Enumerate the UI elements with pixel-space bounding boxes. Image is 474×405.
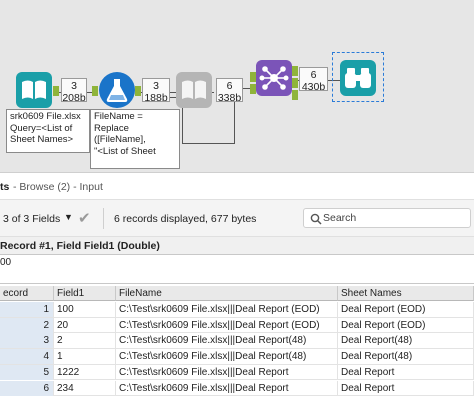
panel-title: ts: [0, 181, 10, 193]
sheet-names-cell[interactable]: Deal Report: [338, 364, 474, 380]
field1-cell[interactable]: 234: [54, 380, 116, 396]
row-number[interactable]: 6: [0, 380, 54, 396]
table-row[interactable]: 4 1 C:\Test\srk0609 File.xlsx|||Deal Repor…: [0, 349, 474, 365]
filename-cell[interactable]: C:\Test\srk0609 File.xlsx|||Deal Report …: [116, 317, 338, 333]
record-value: 00: [0, 257, 12, 268]
sheet-names-cell[interactable]: Deal Report(48): [338, 349, 474, 365]
join-tool[interactable]: [256, 60, 292, 96]
table-row[interactable]: 5 1222 C:\Test\srk0609 File.xlsx|||Deal Re…: [0, 364, 474, 381]
workflow-canvas[interactable]: 3 208b 3 188b 6 338b 6 430b srk0609 File…: [0, 0, 474, 172]
binoculars-icon: [345, 68, 371, 88]
filename-cell[interactable]: C:\Test\srk0609 File.xlsx|||Deal Report(…: [116, 349, 338, 365]
sheet-names-cell[interactable]: Deal Report (EOD): [338, 302, 474, 317]
connection-wire: [182, 143, 234, 144]
network-icon: [259, 66, 289, 90]
record-detail-title: Record #1, Field Field1 (Double): [0, 240, 160, 252]
record-count-chip: 3 188b: [142, 78, 170, 104]
record-count-chip: 6 338b: [216, 78, 243, 104]
results-grid: ecord Field1 FileName Sheet Names 1 100 C:…: [0, 286, 474, 405]
field1-cell[interactable]: 20: [54, 317, 116, 333]
sheet-names-cell[interactable]: Deal Report(48): [338, 333, 474, 349]
table-row[interactable]: 2 20 C:\Test\srk0609 File.xlsx|||Deal Repo…: [0, 317, 474, 334]
column-header-sheet-names[interactable]: Sheet Names: [338, 286, 474, 301]
filename-cell[interactable]: C:\Test\srk0609 File.xlsx|||Deal Report(…: [116, 333, 338, 349]
search-input[interactable]: Search: [303, 208, 471, 228]
output-tool[interactable]: [176, 72, 212, 108]
input-annotation: srk0609 File.xlsx Query=<List of Sheet N…: [6, 109, 90, 153]
input-tool[interactable]: [16, 72, 52, 108]
record-value-area: 00: [0, 255, 474, 284]
output-anchor[interactable]: [292, 78, 298, 88]
table-row[interactable]: 6 234 C:\Test\srk0609 File.xlsx|||Deal Rep…: [0, 380, 474, 396]
row-number[interactable]: 1: [0, 302, 54, 317]
output-anchor[interactable]: [292, 90, 298, 100]
book-icon: [182, 80, 206, 99]
row-number[interactable]: 3: [0, 333, 54, 349]
input-anchor[interactable]: [92, 86, 98, 96]
field1-cell[interactable]: 2: [54, 333, 116, 349]
chevron-down-icon[interactable]: ▼: [64, 212, 73, 222]
column-header-field1[interactable]: Field1: [54, 286, 116, 301]
records-info: 6 records displayed, 677 bytes: [114, 213, 257, 225]
record-detail-header: Record #1, Field Field1 (Double): [0, 237, 474, 255]
output-anchor[interactable]: [53, 86, 59, 96]
checkmark-icon[interactable]: ✔: [78, 209, 91, 227]
column-header-record[interactable]: ecord: [0, 286, 54, 301]
formula-tool[interactable]: [99, 72, 135, 108]
field1-cell[interactable]: 1222: [54, 364, 116, 380]
record-count-chip: 6 430b: [299, 67, 328, 93]
row-number[interactable]: 2: [0, 317, 54, 333]
filename-cell[interactable]: C:\Test\srk0609 File.xlsx|||Deal Report: [116, 380, 338, 396]
output-anchor[interactable]: [292, 66, 298, 76]
sheet-names-cell[interactable]: Deal Report (EOD): [338, 317, 474, 333]
column-header-filename[interactable]: FileName: [116, 286, 338, 301]
formula-annotation: FileName = Replace ([FileName], "<List o…: [90, 109, 180, 169]
output-anchor[interactable]: [135, 86, 141, 96]
record-count-chip: 3 208b: [61, 78, 87, 104]
results-panel-header: ts - Browse (2) - Input: [0, 172, 474, 199]
table-row[interactable]: 1 100 C:\Test\srk0609 File.xlsx|||Deal Rep…: [0, 302, 474, 318]
row-number[interactable]: 4: [0, 349, 54, 365]
field1-cell[interactable]: 1: [54, 349, 116, 365]
sheet-names-cell[interactable]: Deal Report: [338, 380, 474, 396]
filename-cell[interactable]: C:\Test\srk0609 File.xlsx|||Deal Report …: [116, 302, 338, 317]
row-number[interactable]: 5: [0, 364, 54, 380]
fields-selector[interactable]: 3 of 3 Fields: [3, 213, 60, 225]
table-row[interactable]: 3 2 C:\Test\srk0609 File.xlsx|||Deal Repor…: [0, 333, 474, 349]
toolbar-divider: [103, 208, 104, 229]
search-icon: [310, 213, 322, 225]
panel-browse-label: - Browse (2) - Input: [13, 181, 103, 193]
search-placeholder: Search: [323, 212, 357, 224]
book-icon: [22, 80, 46, 99]
field1-cell[interactable]: 100: [54, 302, 116, 317]
flask-icon: [106, 79, 128, 102]
browse-tool[interactable]: [340, 60, 376, 96]
filename-cell[interactable]: C:\Test\srk0609 File.xlsx|||Deal Report: [116, 364, 338, 380]
